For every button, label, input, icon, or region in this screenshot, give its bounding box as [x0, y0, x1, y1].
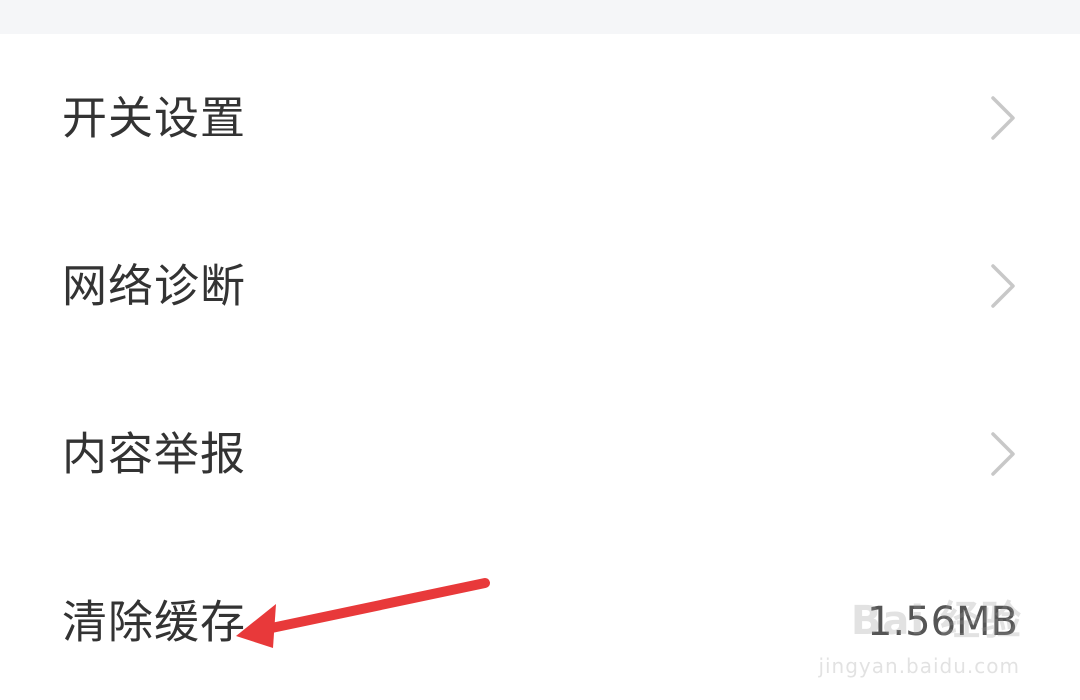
settings-item-label: 网络诊断 [62, 259, 247, 313]
top-separator-strip [0, 0, 1080, 34]
settings-item-label: 清除缓存 [62, 595, 247, 649]
settings-list: 开关设置 网络诊断 内容举报 清除缓存 1.56MB [0, 34, 1080, 700]
settings-item-label: 开关设置 [62, 91, 247, 145]
settings-item-label: 内容举报 [62, 427, 247, 481]
chevron-right-icon [991, 264, 1015, 308]
settings-item-content-report[interactable]: 内容举报 [0, 370, 1080, 538]
cache-size-value: 1.56MB [866, 599, 1018, 645]
settings-item-switch-settings[interactable]: 开关设置 [0, 34, 1080, 202]
settings-item-clear-cache[interactable]: 清除缓存 1.56MB [0, 538, 1080, 700]
settings-item-network-diagnosis[interactable]: 网络诊断 [0, 202, 1080, 370]
chevron-right-icon [991, 432, 1015, 476]
chevron-right-icon [991, 96, 1015, 140]
